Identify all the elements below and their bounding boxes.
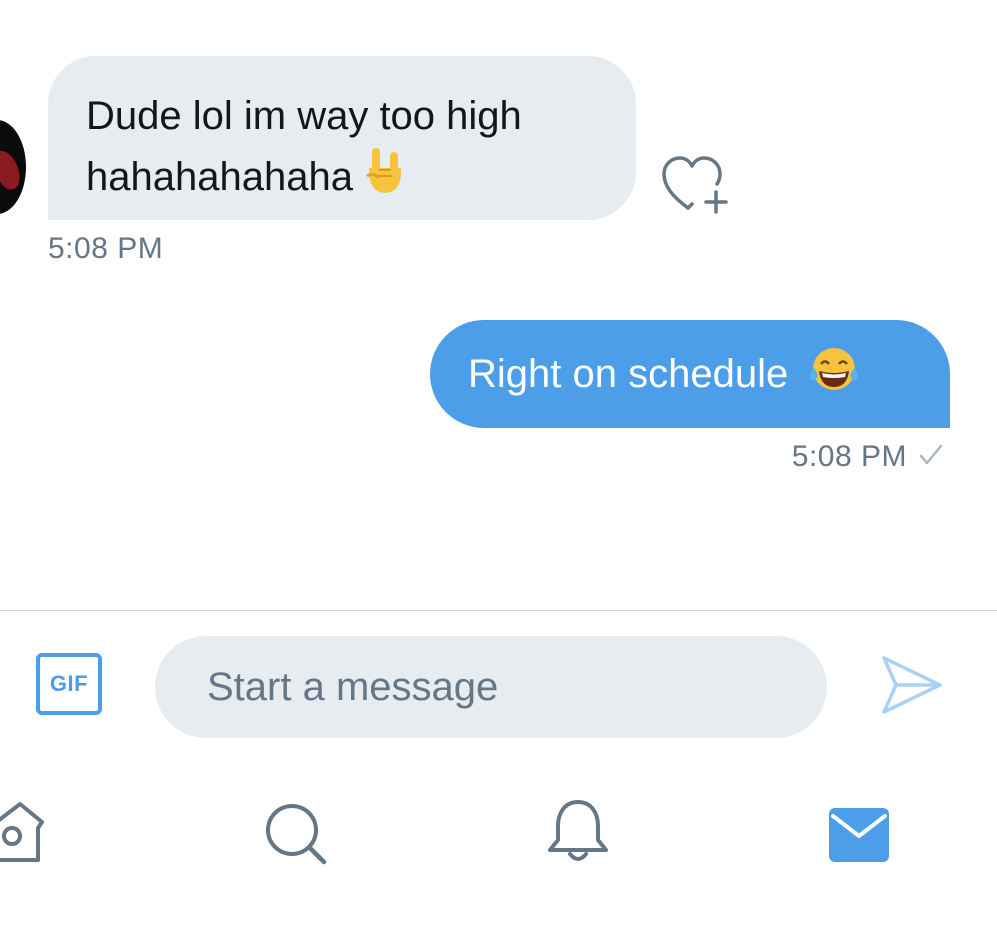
outgoing-message-meta: 5:08 PM — [792, 440, 943, 474]
home-icon[interactable] — [0, 798, 50, 868]
message-input[interactable] — [155, 636, 827, 738]
incoming-message-time: 5:08 PM — [48, 232, 164, 265]
incoming-message-line-2: hahahahahaha — [86, 146, 600, 213]
mail-icon[interactable] — [827, 806, 891, 864]
outgoing-message-bubble: Right on schedule — [430, 320, 950, 428]
gif-button[interactable]: GIF — [36, 653, 102, 715]
outgoing-message-time: 5:08 PM — [791, 440, 907, 473]
send-icon[interactable] — [878, 650, 944, 720]
incoming-message-bubble: Dude lol im way too high hahahahahaha — [48, 56, 636, 220]
heart-add-icon[interactable] — [660, 152, 734, 218]
checkmark-icon — [919, 440, 943, 474]
message-composer: GIF — [0, 610, 997, 750]
rock-on-hand-emoji — [365, 146, 405, 213]
incoming-message-line-2-text: hahahahahaha — [86, 155, 353, 200]
sender-avatar[interactable] — [0, 120, 26, 214]
incoming-message-line-1: Dude lol im way too high — [86, 94, 522, 138]
tears-of-joy-emoji — [806, 344, 862, 404]
bell-icon[interactable] — [544, 796, 612, 868]
outgoing-message-text: Right on schedule — [468, 351, 789, 396]
search-icon[interactable] — [262, 800, 332, 870]
